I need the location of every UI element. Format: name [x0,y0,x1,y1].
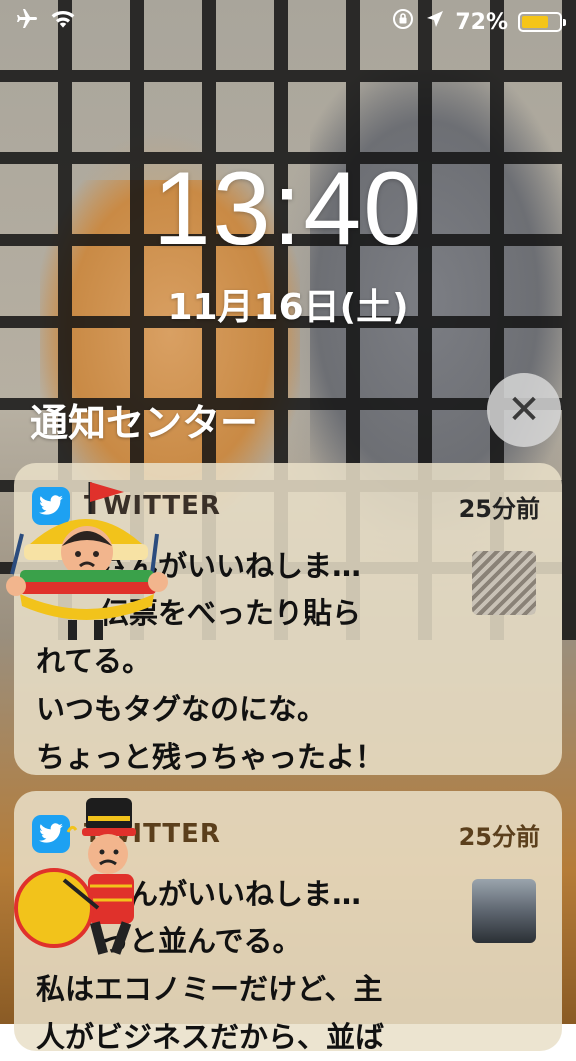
orientation-lock-icon [391,7,415,37]
notification-time: 25分前 [458,822,540,851]
notification-body-line: 私はエコノミーだけど、主 [36,972,383,1006]
notification-center-title: 通知センター [30,401,259,445]
drummer-character-sticker [14,798,136,955]
notification-body-line: いつもタグなのにな。 [36,692,327,726]
location-arrow-icon [425,9,445,35]
wifi-icon [50,8,76,36]
battery-icon [518,12,566,32]
battery-percentage: 72% [455,9,508,35]
lock-screen-time: 13:40 [152,151,424,267]
notification-body-line: ちょっと残っちゃったよ！ [36,740,385,774]
notification-body-line: 人がビジネスだから、並ば [36,1020,385,1054]
status-bar-right: 72% [391,7,566,37]
lock-screen-date: 11月16日(土) [167,287,409,328]
hamburger-character-sticker [6,482,168,640]
battery-nub [563,19,566,26]
notification-body-line: れてる。 [36,644,152,678]
clear-notifications-button[interactable]: ✕ [487,373,561,447]
airplane-icon [14,7,40,37]
status-bar: 72% [0,0,576,44]
status-bar-left [14,7,76,37]
notification-time: 25分前 [458,494,540,523]
battery-fill [522,16,548,28]
